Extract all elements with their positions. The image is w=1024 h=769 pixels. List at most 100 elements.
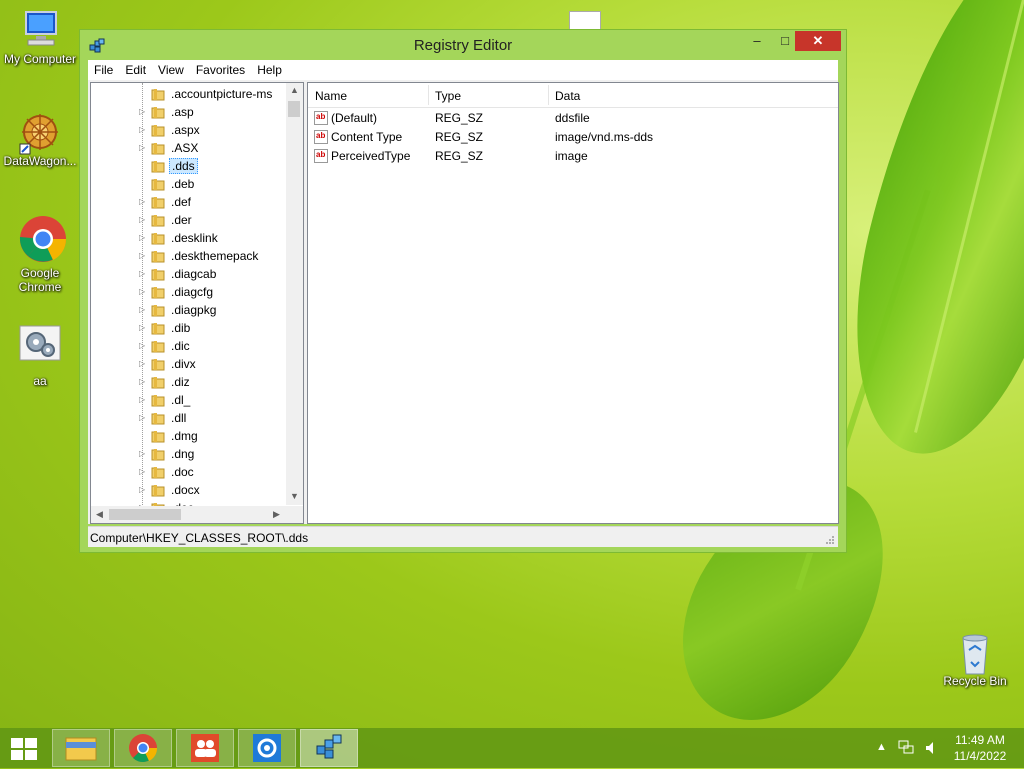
column-header-name[interactable]: Name — [315, 89, 347, 103]
desktop-icon-my-computer[interactable]: My Computer — [0, 10, 80, 66]
folder-icon — [151, 251, 165, 263]
scroll-right-arrow-icon[interactable]: ▶ — [273, 509, 280, 520]
title-bar[interactable]: Registry Editor – □ ✕ — [80, 30, 846, 60]
tree-item[interactable]: ▷ .asp — [91, 103, 286, 121]
scrollbar-thumb[interactable] — [109, 509, 181, 520]
tree-item[interactable]: ▷ .dic — [91, 337, 286, 355]
folder-icon — [151, 431, 165, 443]
scrollbar-thumb[interactable] — [288, 101, 300, 117]
folder-icon — [151, 341, 165, 353]
value-data: image/vnd.ms-dds — [555, 130, 654, 144]
tree-item[interactable]: .dmg — [91, 427, 286, 445]
tree-item[interactable]: ▷ .docx — [91, 481, 286, 499]
registry-editor-window[interactable]: Registry Editor – □ ✕ File Edit View Favori… — [79, 29, 847, 553]
folder-icon — [151, 89, 165, 101]
expand-arrow-icon[interactable]: ▷ — [139, 251, 145, 260]
start-button[interactable] — [9, 736, 39, 762]
expand-arrow-icon[interactable]: ▷ — [139, 197, 145, 206]
column-separator[interactable] — [548, 85, 549, 105]
tree-vertical-scrollbar[interactable]: ▲ ▼ — [286, 83, 303, 505]
tree-item[interactable]: ▷ .diagpkg — [91, 301, 286, 319]
scroll-up-arrow-icon[interactable]: ▲ — [290, 85, 299, 95]
expand-arrow-icon[interactable]: ▷ — [139, 143, 145, 152]
folder-icon — [151, 449, 165, 461]
expand-arrow-icon[interactable]: ▷ — [139, 287, 145, 296]
tree-item[interactable]: ▷ .deskthemepack — [91, 247, 286, 265]
tree-item[interactable]: .deb — [91, 175, 286, 193]
key-tree-pane[interactable]: .accountpicture-ms ▷ .asp ▷ .aspx ▷ .ASX .dds .d… — [90, 82, 304, 524]
expand-arrow-icon[interactable]: ▷ — [139, 233, 145, 242]
registry-value-row[interactable]: ab (Default) REG_SZ ddsfile — [308, 109, 838, 128]
tree-item[interactable]: ▷ .der — [91, 211, 286, 229]
folder-icon — [151, 179, 165, 191]
expand-arrow-icon[interactable]: ▷ — [139, 269, 145, 278]
expand-arrow-icon[interactable]: ▷ — [139, 341, 145, 350]
system-clock[interactable]: 11:49 AM 11/4/2022 — [944, 732, 1016, 764]
tree-item[interactable]: ▷ .def — [91, 193, 286, 211]
desktop-icon-datawagon[interactable]: DataWagon... — [0, 112, 80, 168]
expand-arrow-icon[interactable]: ▷ — [139, 413, 145, 422]
resize-grip-icon[interactable] — [825, 535, 835, 545]
tree-item[interactable]: ▷ .dng — [91, 445, 286, 463]
expand-arrow-icon[interactable]: ▷ — [139, 107, 145, 116]
tree-item[interactable]: ▷ .doc — [91, 463, 286, 481]
expand-arrow-icon[interactable]: ▷ — [139, 485, 145, 494]
close-button[interactable]: ✕ — [795, 31, 841, 51]
menu-file[interactable]: File — [88, 60, 119, 77]
registry-value-row[interactable]: ab PerceivedType REG_SZ image — [308, 147, 838, 166]
expand-arrow-icon[interactable]: ▷ — [139, 377, 145, 386]
tree-item[interactable]: ▷ .diagcab — [91, 265, 286, 283]
folder-icon — [151, 377, 165, 389]
taskbar-chrome[interactable] — [114, 729, 172, 767]
registry-value-row[interactable]: ab Content Type REG_SZ image/vnd.ms-dds — [308, 128, 838, 147]
menu-help[interactable]: Help — [251, 60, 288, 77]
expand-arrow-icon[interactable]: ▷ — [139, 125, 145, 134]
tree-item[interactable]: ▷ .diz — [91, 373, 286, 391]
desktop-icon-recycle-bin[interactable]: Recycle Bin — [935, 632, 1015, 688]
tree-item[interactable]: ▷ .ASX — [91, 139, 286, 157]
network-icon[interactable] — [898, 739, 914, 755]
tree-item[interactable]: ▷ .diagcfg — [91, 283, 286, 301]
desktop-icon-google-chrome[interactable]: Google Chrome — [0, 214, 80, 294]
tree-item[interactable]: ▷ .dll — [91, 409, 286, 427]
menu-edit[interactable]: Edit — [119, 60, 152, 77]
expand-arrow-icon[interactable]: ▷ — [139, 323, 145, 332]
taskbar-registry-editor[interactable] — [300, 729, 358, 767]
expand-arrow-icon[interactable]: ▷ — [139, 215, 145, 224]
tree-item[interactable]: ▷ .desklink — [91, 229, 286, 247]
scroll-down-arrow-icon[interactable]: ▼ — [290, 491, 299, 501]
tree-item[interactable]: .accountpicture-ms — [91, 85, 286, 103]
expand-arrow-icon[interactable]: ▷ — [139, 305, 145, 314]
column-separator[interactable] — [428, 85, 429, 105]
expand-arrow-icon[interactable]: ▷ — [139, 395, 145, 404]
tree-item[interactable]: ▷ .dl_ — [91, 391, 286, 409]
desktop-icon-aa[interactable]: aa — [0, 324, 80, 388]
file-explorer-icon — [65, 737, 97, 761]
taskbar-file-explorer[interactable] — [52, 729, 110, 767]
taskbar-people[interactable] — [176, 729, 234, 767]
tree-item[interactable]: .dds — [91, 157, 286, 175]
menu-view[interactable]: View — [152, 60, 190, 77]
show-hidden-icons-icon[interactable]: ▲ — [876, 741, 887, 753]
tree-horizontal-scrollbar[interactable]: ◀ ▶ — [91, 506, 303, 523]
taskbar-control-panel[interactable] — [238, 729, 296, 767]
scroll-left-arrow-icon[interactable]: ◀ — [96, 509, 103, 520]
tree-item[interactable]: ▷ .dib — [91, 319, 286, 337]
expand-arrow-icon[interactable]: ▷ — [139, 449, 145, 458]
expand-arrow-icon[interactable]: ▷ — [139, 359, 145, 368]
values-list-pane[interactable]: Name Type Data ab (Default) REG_SZ ddsfile a… — [307, 82, 839, 524]
folder-icon — [151, 125, 165, 137]
tree-item-label: .diagpkg — [171, 303, 217, 317]
tree-item[interactable]: ▷ .aspx — [91, 121, 286, 139]
expand-arrow-icon[interactable]: ▷ — [139, 467, 145, 476]
column-header-data[interactable]: Data — [555, 89, 580, 103]
minimize-button[interactable]: – — [744, 31, 770, 51]
folder-icon — [151, 233, 165, 245]
volume-icon[interactable] — [925, 740, 939, 756]
tree-item-label: .dib — [171, 321, 191, 335]
tree-item[interactable]: ▷ .divx — [91, 355, 286, 373]
column-header-type[interactable]: Type — [435, 89, 461, 103]
folder-icon — [151, 305, 165, 317]
folder-icon — [151, 413, 165, 425]
menu-favorites[interactable]: Favorites — [190, 60, 251, 77]
